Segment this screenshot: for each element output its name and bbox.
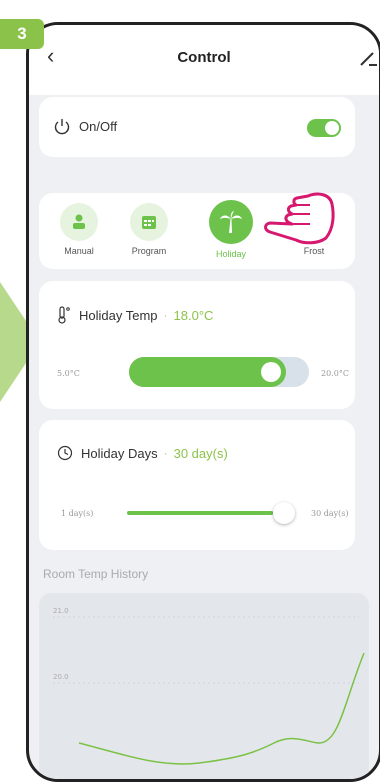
- edit-pencil-icon[interactable]: [359, 47, 379, 67]
- history-title: Room Temp History: [43, 567, 149, 581]
- calendar-icon: [130, 203, 168, 241]
- temp-max-label: 20.0°C: [321, 369, 349, 378]
- mode-manual[interactable]: Manual: [44, 203, 114, 256]
- holiday-temp-title: Holiday Temp: [79, 307, 158, 323]
- history-chart-svg: 21.0 20.0: [53, 607, 365, 765]
- separator: ·: [163, 446, 168, 460]
- power-toggle[interactable]: [307, 119, 341, 137]
- holiday-temp-slider[interactable]: [129, 357, 309, 387]
- y-tick-label: 20.0: [53, 673, 69, 681]
- holiday-days-header: Holiday Days · 30 day(s): [57, 445, 228, 461]
- thermometer-icon: [58, 306, 70, 324]
- room-temp-history-chart: 21.0 20.0: [39, 593, 369, 779]
- holiday-days-card: Holiday Days · 30 day(s) 1 day(s) 30 day…: [39, 420, 355, 550]
- days-max-label: 30 day(s): [311, 509, 349, 518]
- mode-label: Program: [131, 246, 167, 256]
- holiday-temp-card: Holiday Temp · 18.0°C 5.0°C 20.0°C: [39, 281, 355, 409]
- slider-knob[interactable]: [273, 502, 295, 524]
- power-card: On/Off: [39, 97, 355, 157]
- power-label: On/Off: [79, 119, 118, 134]
- app-header: ‹ Control: [29, 25, 379, 95]
- history-line: [78, 652, 365, 765]
- holiday-temp-value: 18.0°C: [173, 307, 214, 323]
- holiday-days-value: 30 day(s): [173, 445, 228, 461]
- mode-label: Manual: [64, 246, 94, 256]
- holiday-days-title: Holiday Days: [81, 445, 158, 461]
- step-number-badge: 3: [0, 19, 44, 49]
- pointing-hand-icon: [264, 192, 335, 245]
- clock-icon: [57, 445, 73, 461]
- slider-knob[interactable]: [260, 362, 281, 382]
- palm-tree-icon: [209, 200, 253, 244]
- toggle-knob: [325, 121, 339, 135]
- holiday-temp-header: Holiday Temp · 18.0°C: [57, 306, 213, 324]
- page-title: Control: [177, 49, 231, 66]
- phone-screen: ‹ Control On/Off Manual Program Holiday …: [26, 22, 380, 782]
- mode-program[interactable]: Program: [114, 203, 184, 256]
- separator: ·: [163, 308, 168, 322]
- slider-fill: [127, 511, 273, 515]
- mode-label: Holiday: [215, 249, 246, 259]
- person-icon: [60, 203, 98, 241]
- days-min-label: 1 day(s): [61, 509, 94, 518]
- holiday-days-slider[interactable]: [127, 502, 295, 524]
- temp-min-label: 5.0°C: [57, 369, 80, 378]
- power-icon: [54, 119, 70, 135]
- y-tick-label: 21.0: [53, 607, 69, 615]
